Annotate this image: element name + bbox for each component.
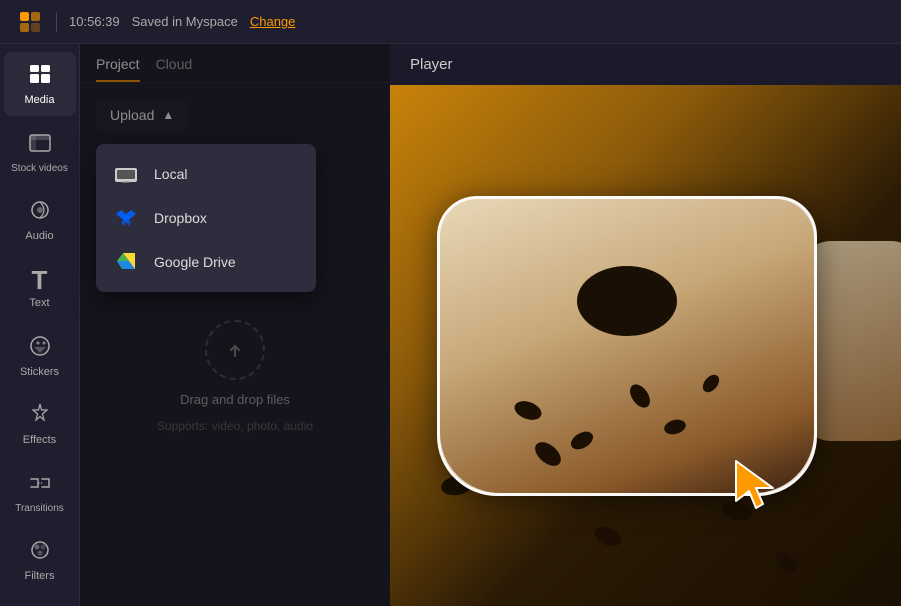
sidebar-label-stickers: Stickers — [20, 366, 59, 378]
sidebar-label-media: Media — [25, 94, 55, 106]
player-title: Player — [390, 44, 901, 85]
google-drive-icon — [112, 252, 140, 272]
local-icon — [112, 164, 140, 184]
sidebar-item-stickers[interactable]: Stickers — [4, 324, 76, 388]
dropdown-label-dropbox: Dropbox — [154, 210, 207, 226]
topbar-saved-text: Saved in Myspace — [132, 14, 238, 29]
text-icon: T — [32, 267, 48, 293]
sidebar-label-audio: Audio — [25, 230, 53, 242]
sidebar-label-filters: Filters — [25, 570, 55, 582]
effects-icon — [28, 402, 52, 430]
coffee-background — [390, 85, 901, 606]
sidebar-item-filters[interactable]: Filters — [4, 528, 76, 592]
dropdown-item-dropbox[interactable]: Dropbox — [96, 196, 316, 240]
sidebar-item-audio[interactable]: Audio — [4, 188, 76, 252]
filters-icon — [28, 538, 52, 566]
sidebar-label-transitions: Transitions — [15, 503, 64, 514]
tab-cloud[interactable]: Cloud — [156, 56, 193, 82]
sidebar-item-effects[interactable]: Effects — [4, 392, 76, 456]
player-viewport — [390, 85, 901, 606]
topbar: 10:56:39 Saved in Myspace Change — [0, 0, 901, 44]
sidebar-item-stock-videos[interactable]: Stock videos — [4, 120, 76, 184]
bag-hole — [577, 266, 677, 336]
dropdown-item-google-drive[interactable]: Google Drive — [96, 240, 316, 284]
drop-sub-text: Supports: video, photo, audio — [157, 419, 313, 433]
sidebar-label-stock: Stock videos — [11, 163, 68, 174]
sidebar-label-effects: Effects — [23, 434, 56, 446]
sidebar: Media Stock videos Audio — [0, 44, 80, 606]
topbar-change-link[interactable]: Change — [250, 14, 296, 29]
panel-tabs: Project Cloud — [80, 44, 390, 83]
upload-label: Upload — [110, 107, 154, 123]
sidebar-label-text: Text — [29, 297, 49, 309]
bag-inner — [440, 199, 814, 493]
dropdown-label-gdrive: Google Drive — [154, 254, 236, 270]
topbar-divider — [56, 12, 57, 32]
app-logo — [16, 8, 44, 36]
upload-section: Upload ▲ — [80, 83, 390, 147]
sidebar-item-text[interactable]: T Text — [4, 256, 76, 320]
coffee-bag-main — [437, 196, 817, 496]
media-icon — [28, 62, 52, 90]
dropdown-label-local: Local — [154, 166, 187, 182]
sidebar-item-transitions[interactable]: Transitions — [4, 460, 76, 524]
main-content: Media Stock videos Audio — [0, 44, 901, 606]
stickers-icon — [28, 334, 52, 362]
upload-arrow-icon: ▲ — [162, 108, 174, 122]
dropbox-icon — [112, 208, 140, 228]
tab-project[interactable]: Project — [96, 56, 140, 82]
player-area: Player — [390, 44, 901, 606]
upload-dropdown: Local Dropbox — [96, 144, 316, 292]
sidebar-item-media[interactable]: Media — [4, 52, 76, 116]
upload-button[interactable]: Upload ▲ — [96, 99, 188, 131]
topbar-time: 10:56:39 — [69, 14, 120, 29]
dropdown-item-local[interactable]: Local — [96, 152, 316, 196]
drop-main-text: Drag and drop files — [180, 392, 290, 407]
cursor-arrow — [731, 456, 781, 516]
media-panel: Project Cloud Upload ▲ Local — [80, 44, 390, 606]
audio-icon — [28, 198, 52, 226]
drop-upload-icon — [205, 320, 265, 380]
transitions-icon — [28, 471, 52, 499]
stock-videos-icon — [28, 131, 52, 159]
